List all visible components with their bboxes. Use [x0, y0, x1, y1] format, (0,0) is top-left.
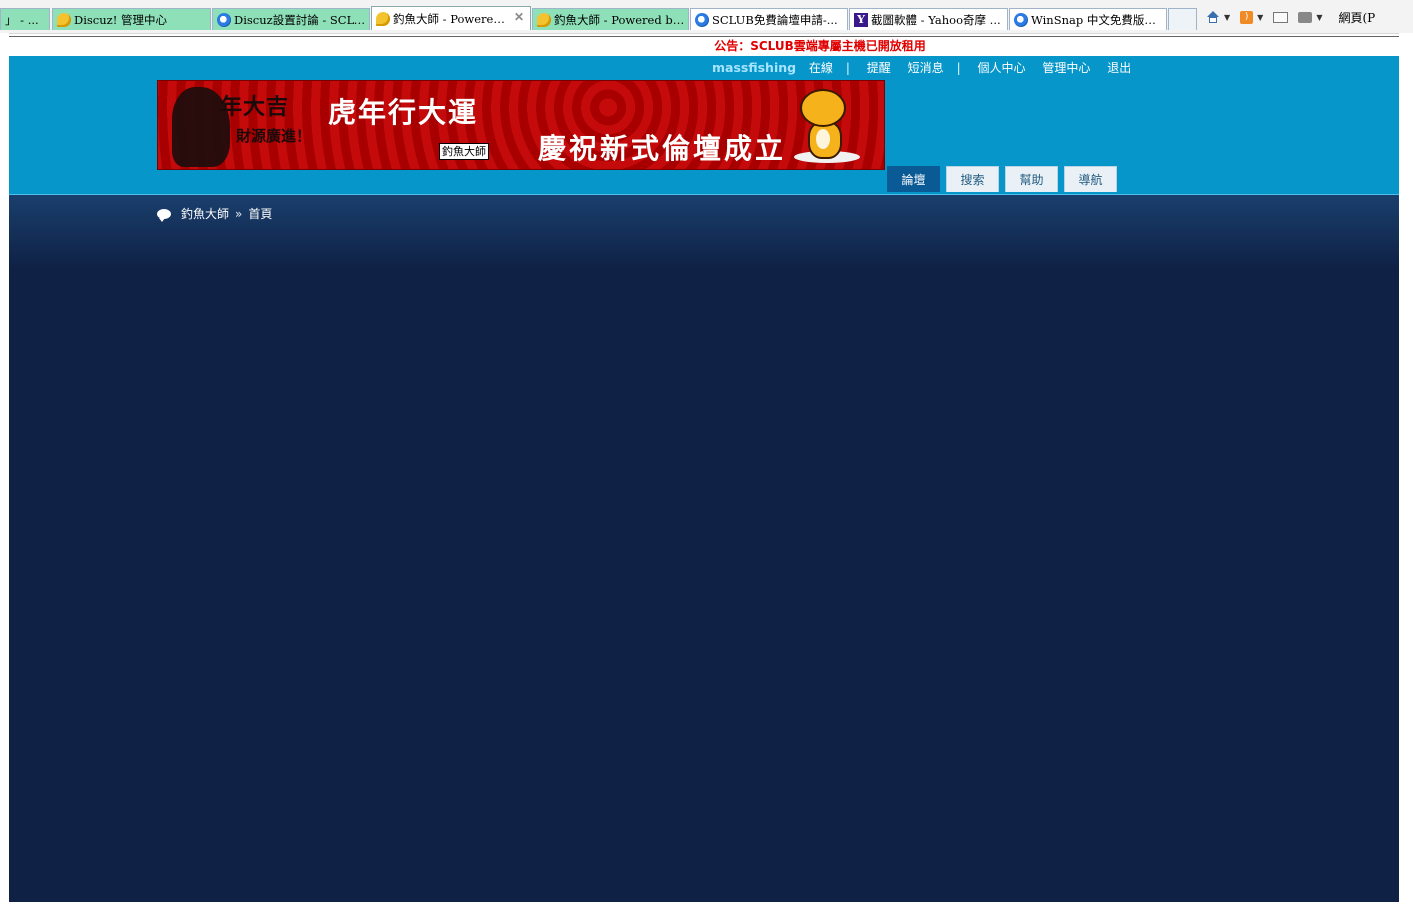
chat-bubble-icon — [376, 11, 390, 26]
admin-center-link[interactable]: 管理中心 — [1042, 61, 1090, 75]
announcement-link[interactable]: 公告：SCLUB雲端專屬主機已開放租用 — [714, 39, 926, 53]
browser-tab-7[interactable]: WinSnap 中文免費版，... — [1009, 8, 1167, 30]
browser-tab-label: 釣魚大師 - Powered ... — [393, 11, 511, 26]
chevron-down-icon[interactable]: ▼ — [1257, 13, 1263, 22]
tab-forum[interactable]: 論壇 — [887, 166, 940, 192]
banner-site-tag: 釣魚大師 — [439, 143, 489, 160]
browser-tab-label: SCLUB免費論壇申請-... — [712, 12, 838, 27]
browser-tab-2[interactable]: Discuz設置討論 - SCLU... — [212, 8, 370, 30]
rss-feed-icon[interactable]: ) — [1240, 10, 1254, 24]
browser-tab-label: Discuz設置討論 - SCLU... — [234, 12, 369, 27]
notifications-link[interactable]: 提醒 — [867, 61, 891, 75]
yahoo-icon: Y — [854, 12, 868, 27]
profile-link[interactable]: 個人中心 — [978, 61, 1026, 75]
browser-tab-6[interactable]: Y 截圖軟體 - Yahoo奇摩 ... — [849, 8, 1008, 30]
browser-tab-label: WinSnap 中文免費版，... — [1031, 12, 1166, 27]
browser-tab-strip: 」 - ... Discuz! 管理中心 Discuz設置討論 - SCLU..… — [0, 0, 1413, 34]
home-icon[interactable] — [1206, 11, 1220, 23]
print-icon[interactable] — [1298, 11, 1313, 23]
speech-bubble-icon — [157, 208, 171, 222]
breadcrumb-site-link[interactable]: 釣魚大師 — [181, 205, 229, 222]
page-menu-button[interactable]: 網頁(P — [1338, 9, 1375, 26]
ie-icon — [1014, 12, 1028, 27]
breadcrumb-separator: » — [235, 206, 243, 221]
new-tab-button[interactable] — [1168, 8, 1197, 30]
forum-page: 公告：SCLUB雲端專屬主機已開放租用 massfishing 在線 | 提醒 短… — [9, 36, 1399, 902]
messages-link[interactable]: 短消息 — [908, 61, 944, 75]
browser-tab-4[interactable]: 釣魚大師 - Powered by ... — [532, 8, 689, 30]
tab-help[interactable]: 幫助 — [1005, 166, 1058, 192]
chat-bubble-icon — [57, 12, 71, 27]
browser-tab-0[interactable]: 」 - ... — [0, 8, 50, 30]
banner-headline-1: 虎年行大運 — [328, 96, 479, 129]
tiger-mascot-icon — [790, 87, 860, 163]
banner-headline-2: 慶祝新式倫壇成立 — [538, 132, 787, 165]
forum-banner[interactable]: 年大吉 財源廣進！ 虎年行大運 釣魚大師 慶祝新式倫壇成立 — [157, 80, 885, 170]
browser-command-bar: ▼ ) ▼ ▼ 網頁(P — [1206, 6, 1375, 28]
banner-new-year-subtext: 財源廣進！ — [236, 127, 312, 145]
window-frame-bottom — [0, 902, 1413, 916]
forum-header: massfishing 在線 | 提醒 短消息 | 個人中心 管理中心 退出 年大吉… — [9, 56, 1399, 195]
chat-bubble-icon — [537, 12, 551, 27]
ie-icon — [217, 12, 231, 27]
browser-tab-1[interactable]: Discuz! 管理中心 — [52, 8, 211, 30]
user-bar: massfishing 在線 | 提醒 短消息 | 個人中心 管理中心 退出 — [712, 59, 1144, 76]
browser-tab-label: 釣魚大師 - Powered by ... — [554, 12, 688, 27]
breadcrumb-current: 首頁 — [248, 207, 273, 221]
tab-navigation[interactable]: 導航 — [1064, 166, 1117, 192]
window-frame-right — [1399, 33, 1413, 916]
chevron-down-icon[interactable]: ▼ — [1316, 13, 1322, 22]
divider: | — [845, 61, 850, 75]
announcement-bar: 公告：SCLUB雲端專屬主機已開放租用 — [9, 36, 1399, 56]
browser-tab-label: 截圖軟體 - Yahoo奇摩 ... — [871, 12, 1001, 27]
close-tab-icon[interactable]: ✕ — [514, 10, 524, 24]
tab-search[interactable]: 搜索 — [946, 166, 999, 192]
forum-nav-tabs: 論壇 搜索 幫助 導航 — [887, 166, 1117, 192]
browser-tab-label: 」 - ... — [5, 12, 39, 27]
browser-tab-5[interactable]: SCLUB免費論壇申請-... — [690, 8, 848, 30]
banner-new-year-text: 年大吉 — [220, 95, 290, 120]
chevron-down-icon[interactable]: ▼ — [1224, 13, 1230, 22]
ie-icon — [695, 12, 709, 27]
browser-tab-3-active[interactable]: 釣魚大師 - Powered ... ✕ — [371, 6, 531, 30]
logout-link[interactable]: 退出 — [1107, 61, 1131, 75]
username[interactable]: massfishing — [712, 60, 796, 75]
mail-icon[interactable] — [1273, 11, 1289, 23]
breadcrumb: 釣魚大師 » 首頁 — [157, 205, 272, 222]
window-frame-left — [0, 33, 9, 916]
breadcrumb-bar: 釣魚大師 » 首頁 — [9, 195, 1399, 267]
divider: | — [956, 61, 961, 75]
browser-tab-label: Discuz! 管理中心 — [74, 12, 167, 27]
online-link[interactable]: 在線 — [809, 61, 833, 75]
